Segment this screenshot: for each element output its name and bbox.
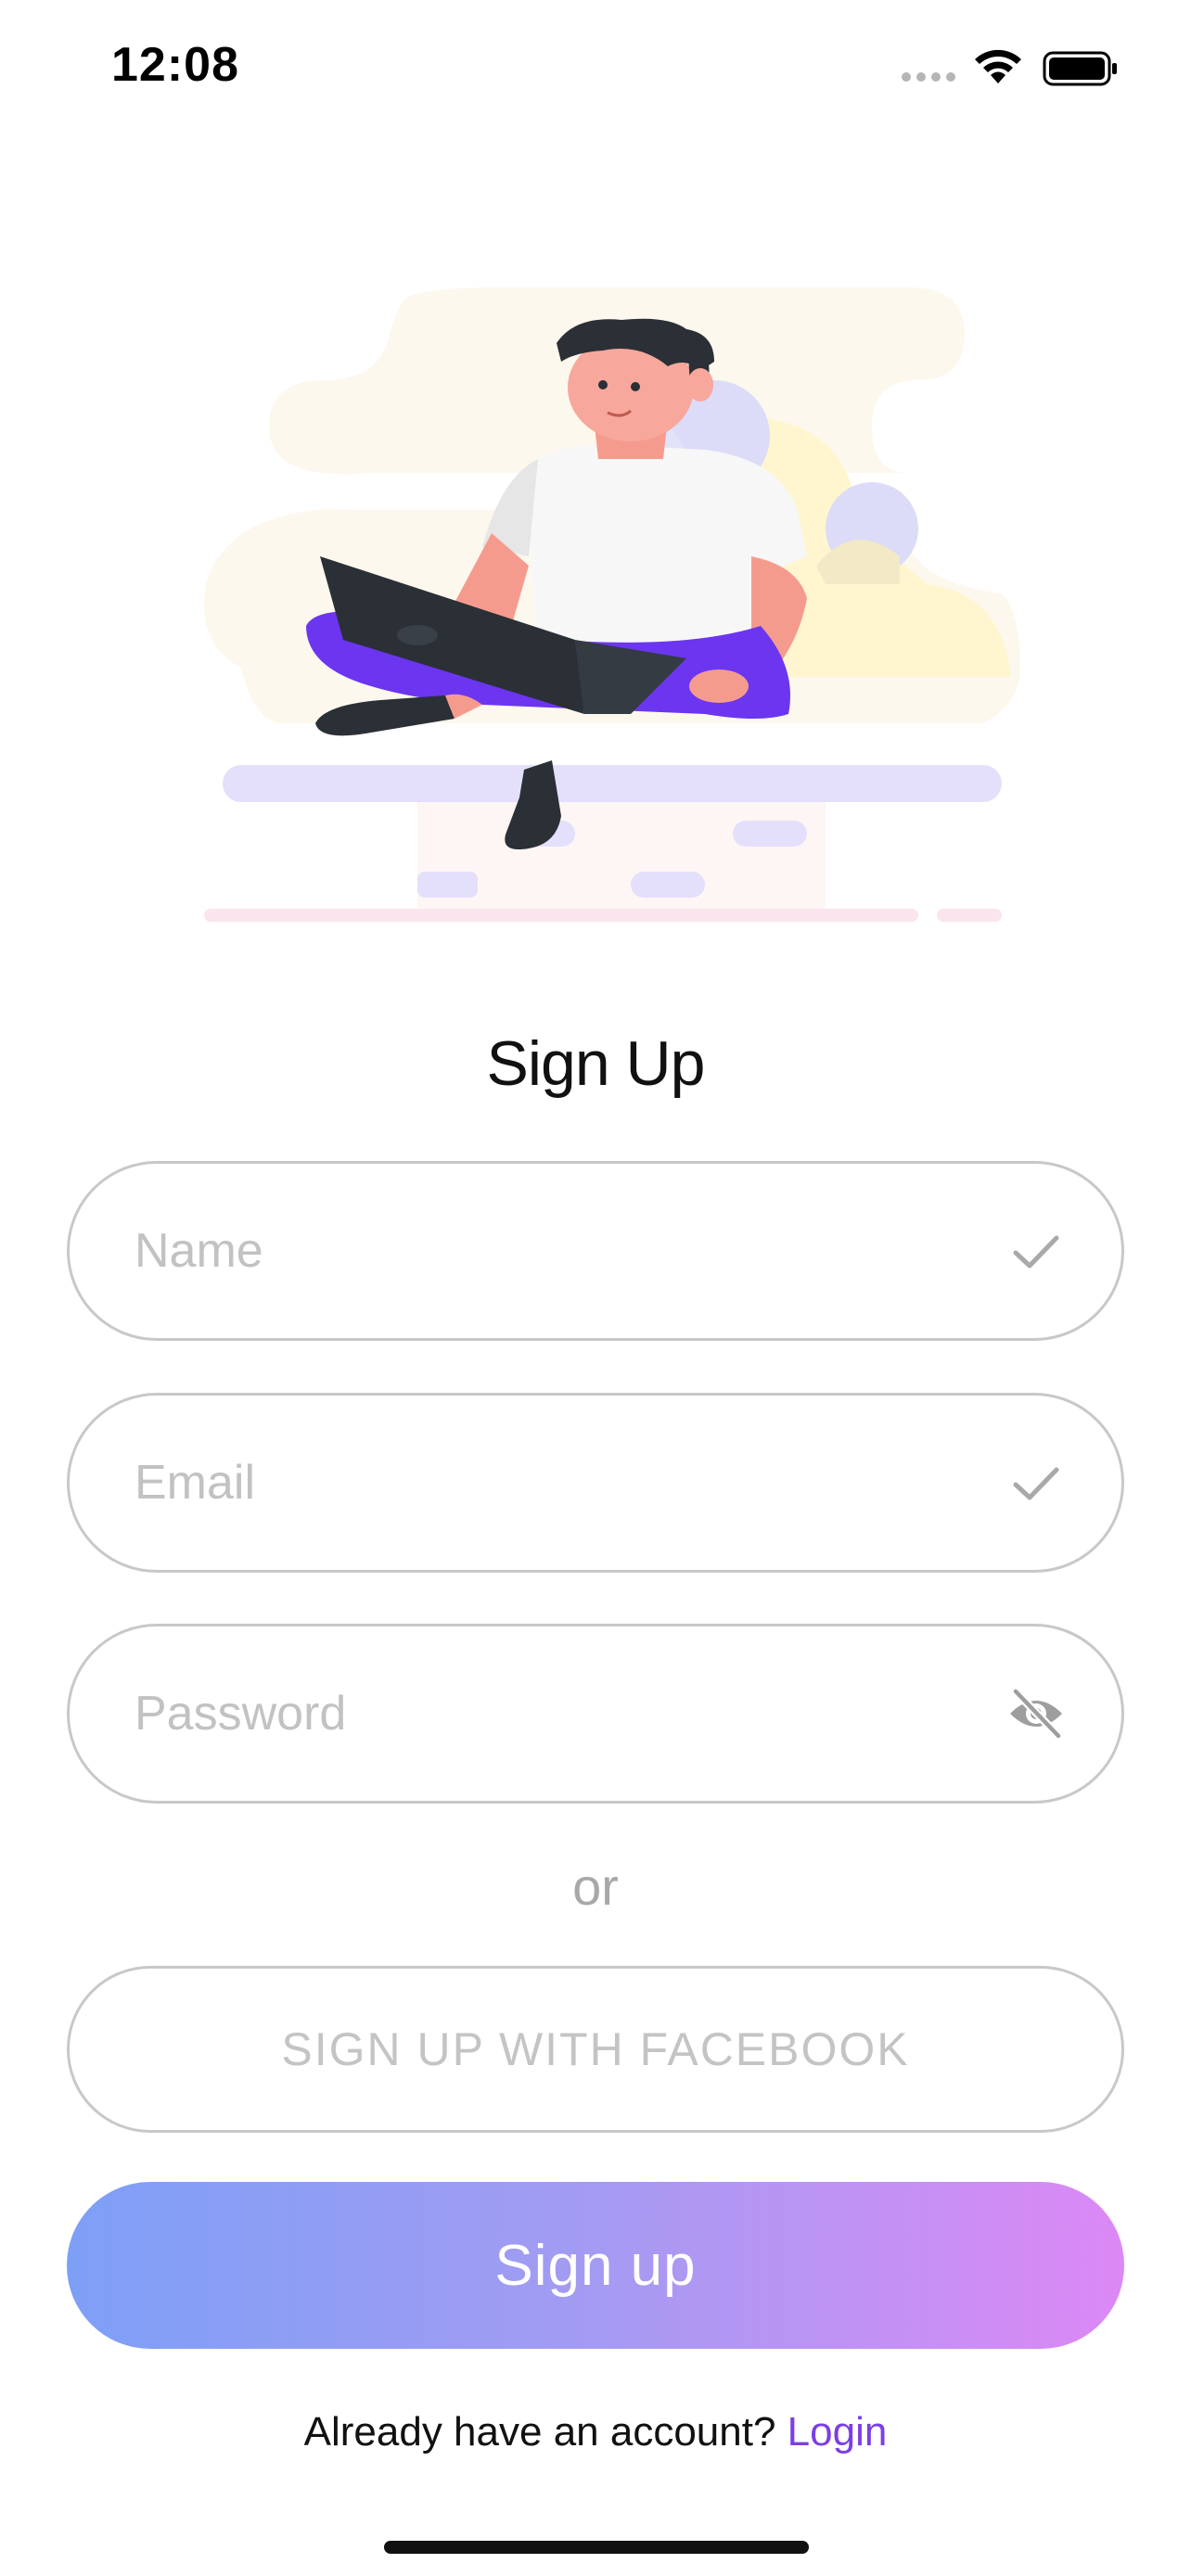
login-prompt-text: Already have an account? [303, 2409, 776, 2455]
status-bar: 12:08 [0, 0, 1191, 139]
status-time: 12:08 [111, 38, 239, 92]
home-indicator [384, 2541, 809, 2554]
eye-off-icon[interactable] [1006, 1684, 1066, 1743]
email-input[interactable] [134, 1455, 1006, 1511]
signup-with-facebook-button[interactable]: SIGN UP WITH FACEBOOK [67, 1966, 1124, 2133]
or-separator: or [572, 1857, 619, 1916]
check-icon [1013, 1235, 1059, 1269]
wifi-icon [975, 49, 1021, 83]
name-field[interactable] [67, 1161, 1124, 1341]
signup-button[interactable]: Sign up [67, 2182, 1124, 2349]
check-icon [1013, 1467, 1059, 1500]
page-title: Sign Up [486, 1028, 706, 1099]
cellular-signal-icon [902, 72, 955, 82]
battery-icon [1043, 51, 1117, 86]
password-input[interactable] [134, 1686, 1006, 1741]
email-field[interactable] [67, 1393, 1124, 1573]
password-field[interactable] [67, 1624, 1124, 1804]
login-prompt: Already have an account? Login [0, 2409, 1191, 2455]
login-link[interactable]: Login [788, 2409, 888, 2455]
person-with-laptop-illustration [204, 287, 1020, 922]
name-input[interactable] [134, 1223, 1006, 1279]
